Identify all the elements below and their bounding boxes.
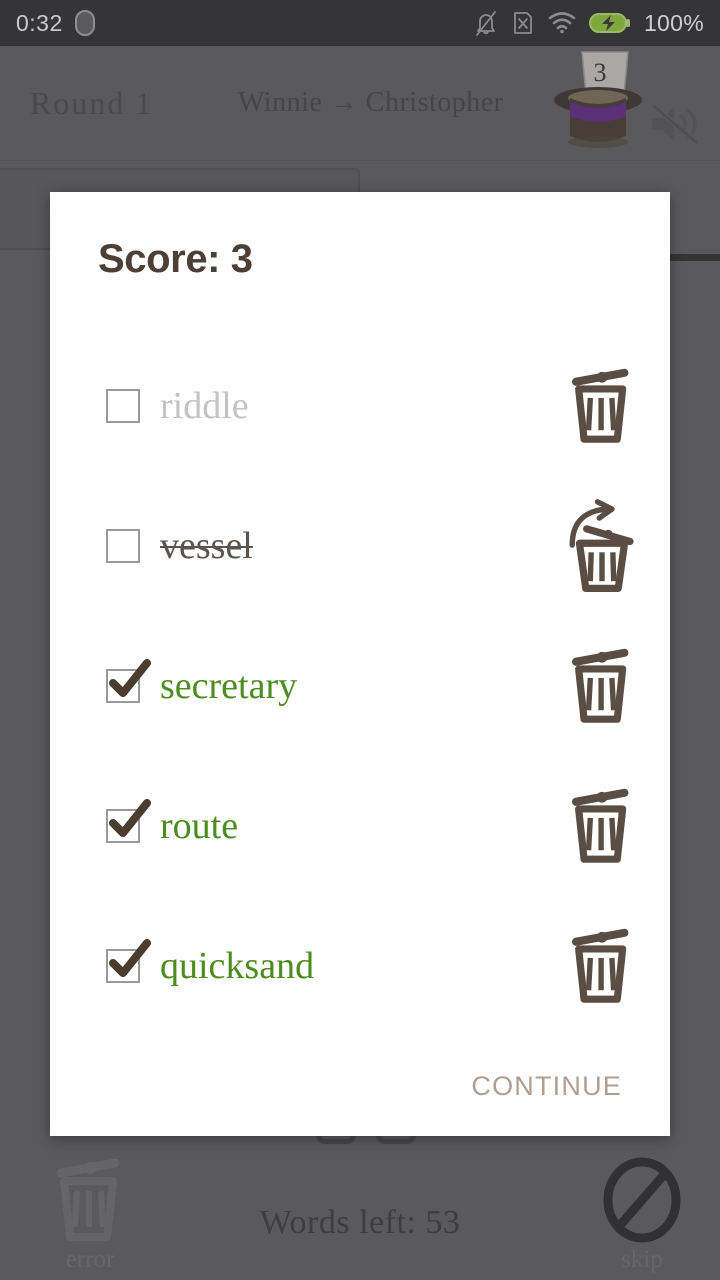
word-checkbox[interactable]: [106, 799, 151, 843]
word-checkbox[interactable]: [106, 529, 140, 563]
score-dialog: Score: 3 riddle vessel secretary route q…: [50, 192, 670, 1136]
word-row[interactable]: vessel: [50, 476, 670, 616]
delete-word-button[interactable]: [560, 354, 644, 458]
trash-icon: [571, 368, 629, 443]
checkmark-icon: [109, 659, 151, 697]
delete-word-button[interactable]: [560, 634, 644, 738]
delete-word-button[interactable]: [560, 914, 644, 1018]
word-row[interactable]: secretary: [50, 616, 670, 756]
trash-icon: [571, 928, 629, 1003]
word-label: secretary: [160, 665, 298, 707]
word-list: riddle vessel secretary route quicksand: [50, 282, 670, 1036]
word-label: riddle: [160, 385, 249, 427]
app-root: Round 1 Winnie → Christopher 3 error Wor…: [0, 0, 720, 1280]
trash-icon: [571, 788, 629, 863]
word-checkbox[interactable]: [106, 659, 151, 703]
checkmark-icon: [109, 939, 151, 977]
bell-muted-icon: [476, 11, 496, 36]
word-row[interactable]: quicksand: [50, 896, 670, 1036]
word-row[interactable]: riddle: [50, 336, 670, 476]
trash-icon: [571, 648, 629, 723]
word-checkbox[interactable]: [106, 939, 151, 983]
word-label: vessel: [160, 525, 253, 567]
dialog-title: Score: 3: [98, 237, 253, 281]
status-bar-right: 100%: [474, 10, 704, 37]
status-clock: 0:32: [16, 9, 63, 36]
continue-button[interactable]: CONTINUE: [465, 1061, 628, 1112]
word-checkbox[interactable]: [106, 389, 140, 423]
word-row[interactable]: route: [50, 756, 670, 896]
dialog-footer: CONTINUE: [50, 1036, 670, 1136]
recording-oval-icon: [74, 10, 95, 36]
wifi-icon: [548, 12, 576, 34]
sim-card-missing-icon: [514, 12, 532, 34]
status-bar: 0:32 100%: [0, 0, 720, 46]
checkmark-icon: [109, 799, 151, 837]
word-label: route: [160, 805, 239, 847]
restore-word-button[interactable]: [560, 494, 644, 598]
word-label: quicksand: [160, 945, 315, 987]
battery-percent-label: 100%: [643, 9, 704, 36]
battery-charging-icon: [588, 13, 630, 33]
restore-icon: [569, 499, 634, 593]
delete-word-button[interactable]: [560, 774, 644, 878]
status-bar-left: 0:32: [16, 10, 95, 37]
